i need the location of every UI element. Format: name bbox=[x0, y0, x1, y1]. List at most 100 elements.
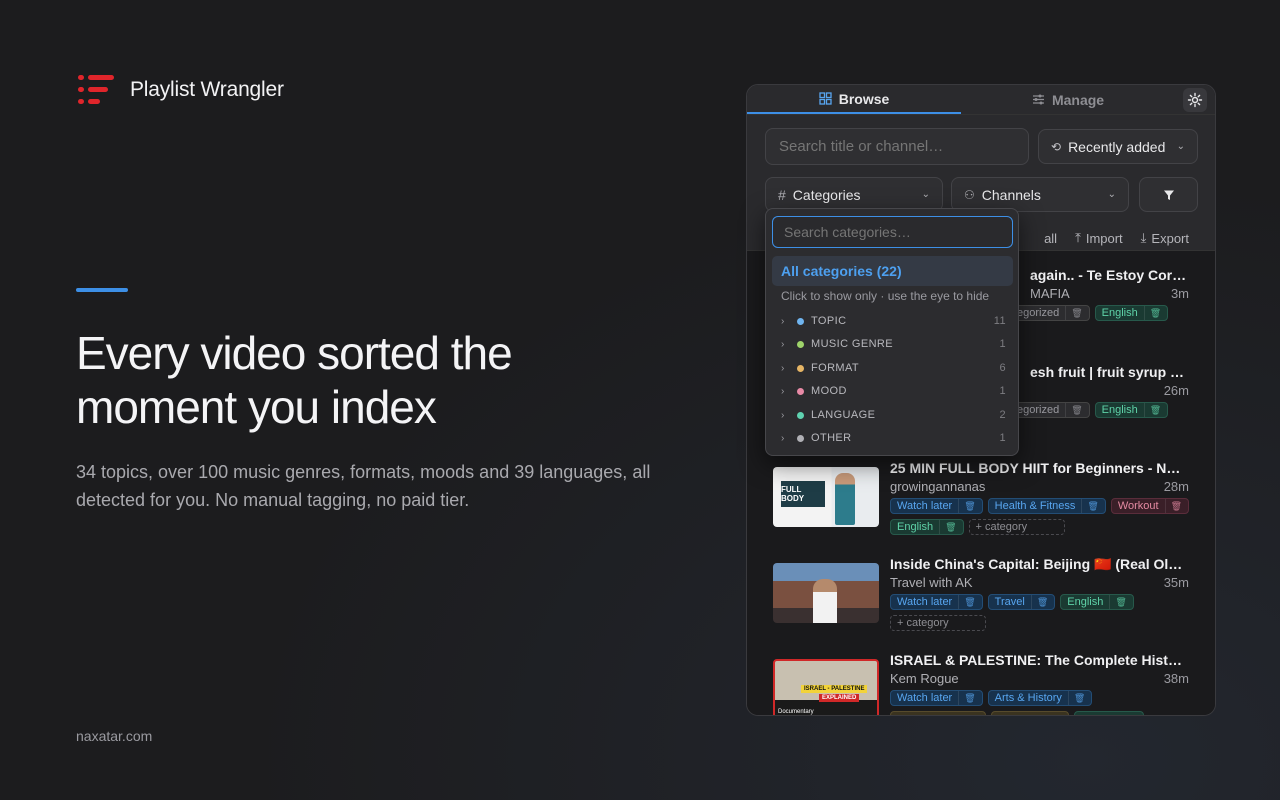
select-all-button[interactable]: all bbox=[1044, 231, 1057, 246]
video-item[interactable]: ISRAEL - PALESTINE EXPLAINED Documentary… bbox=[773, 651, 1189, 715]
category-chip[interactable]: Workout 🗑 bbox=[1110, 498, 1190, 514]
tab-browse-label: Browse bbox=[838, 90, 890, 107]
tab-manage[interactable]: Manage bbox=[961, 85, 1175, 114]
import-button[interactable]: ⤒ Import bbox=[1075, 230, 1123, 246]
category-chip[interactable]: Watch later 🗑 bbox=[890, 498, 983, 514]
chevron-down-icon: ⌄ bbox=[1107, 189, 1116, 200]
group-count: 2 bbox=[999, 409, 1006, 421]
trash-icon[interactable]: 🗑 bbox=[1143, 403, 1161, 417]
all-categories-option[interactable]: All categories (22) bbox=[772, 256, 1013, 286]
video-thumbnail[interactable]: ISRAEL - PALESTINE EXPLAINED Documentary bbox=[773, 659, 879, 715]
chevron-right-icon: › bbox=[781, 409, 785, 421]
thumb-subtext: EXPLAINED bbox=[819, 694, 860, 702]
group-label: LANGUAGE bbox=[811, 409, 876, 421]
category-chip[interactable] bbox=[890, 711, 986, 715]
category-chip[interactable]: Travel 🗑 bbox=[987, 594, 1056, 610]
category-group-other[interactable]: › OTHER 1 bbox=[781, 429, 1006, 447]
category-chip[interactable] bbox=[991, 711, 1069, 715]
export-label: Export bbox=[1151, 230, 1189, 246]
category-chip[interactable]: Watch later 🗑 bbox=[890, 690, 983, 706]
search-input[interactable] bbox=[765, 128, 1029, 165]
video-duration: 26m bbox=[1163, 383, 1189, 398]
group-label: FORMAT bbox=[811, 362, 860, 374]
video-duration: 28m bbox=[1163, 479, 1189, 494]
trash-icon[interactable]: 🗑 bbox=[958, 691, 976, 705]
trash-icon[interactable]: 🗑 bbox=[958, 499, 976, 513]
group-count: 11 bbox=[993, 315, 1006, 327]
category-group-mood[interactable]: › MOOD 1 bbox=[781, 382, 1006, 400]
category-search-input[interactable] bbox=[772, 216, 1013, 248]
video-channel: Kem Rogue bbox=[890, 671, 959, 686]
trash-icon[interactable]: 🗑 bbox=[1030, 595, 1048, 609]
video-title: ISRAEL & PALESTINE: The Complete Histor.… bbox=[890, 652, 1188, 668]
category-chip[interactable]: egorized 🗑 bbox=[1010, 402, 1090, 418]
chip-label: English bbox=[1067, 596, 1104, 608]
sort-label: Recently added bbox=[1068, 138, 1166, 155]
video-thumbnail[interactable] bbox=[773, 563, 879, 623]
grid-icon bbox=[819, 92, 832, 105]
chevron-right-icon: › bbox=[781, 432, 785, 444]
category-group-format[interactable]: › FORMAT 6 bbox=[781, 359, 1006, 377]
group-label: OTHER bbox=[811, 432, 852, 444]
trash-icon[interactable]: 🗑 bbox=[1081, 499, 1099, 513]
color-dot bbox=[797, 411, 804, 419]
categories-select[interactable]: # Categories ⌄ bbox=[765, 177, 943, 212]
sort-select[interactable]: ⟲ Recently added ⌄ bbox=[1038, 129, 1198, 164]
footer-url: naxatar.com bbox=[76, 728, 153, 744]
category-chip[interactable]: English 🗑 bbox=[1094, 305, 1169, 321]
trash-icon[interactable]: 🗑 bbox=[1065, 403, 1083, 417]
chip-label: Watch later bbox=[897, 692, 953, 704]
color-dot bbox=[797, 364, 804, 372]
video-thumbnail[interactable]: FULL BODY bbox=[773, 467, 879, 527]
tab-bar: Browse Manage bbox=[747, 85, 1215, 115]
chevron-right-icon: › bbox=[781, 385, 785, 397]
chip-label: Watch later bbox=[897, 500, 953, 512]
chevron-right-icon: › bbox=[781, 338, 785, 350]
headline: Every video sorted the moment you index bbox=[76, 327, 513, 433]
history-icon: ⟲ bbox=[1051, 139, 1062, 154]
trash-icon[interactable]: 🗑 bbox=[1143, 306, 1161, 320]
add-category-button[interactable]: + category bbox=[968, 519, 1065, 535]
tab-manage-label: Manage bbox=[1051, 91, 1105, 108]
category-chip[interactable]: egorized 🗑 bbox=[1010, 305, 1090, 321]
trash-icon[interactable]: 🗑 bbox=[1164, 499, 1182, 513]
video-title: Inside China's Capital: Beijing 🇨🇳 (Real… bbox=[890, 556, 1188, 572]
category-chip[interactable]: Arts & History 🗑 bbox=[987, 690, 1093, 706]
category-chip[interactable] bbox=[1074, 711, 1144, 715]
dropdown-hint: Click to show only · use the eye to hide bbox=[781, 289, 990, 303]
accent-line bbox=[76, 288, 128, 292]
chevron-right-icon: › bbox=[781, 315, 785, 327]
category-chip[interactable]: English 🗑 bbox=[1094, 402, 1169, 418]
category-group-topic[interactable]: › TOPIC 11 bbox=[781, 312, 1006, 330]
chip-label: English bbox=[897, 521, 934, 533]
trash-icon[interactable]: 🗑 bbox=[958, 595, 976, 609]
filter-button[interactable] bbox=[1139, 177, 1198, 212]
add-category-button[interactable]: + category bbox=[890, 615, 986, 631]
settings-button[interactable] bbox=[1183, 88, 1207, 112]
chip-label: egorized bbox=[1017, 307, 1060, 319]
trash-icon[interactable]: 🗑 bbox=[1065, 306, 1083, 320]
category-group-language[interactable]: › LANGUAGE 2 bbox=[781, 406, 1006, 424]
trash-icon[interactable]: 🗑 bbox=[1109, 595, 1127, 609]
chevron-right-icon: › bbox=[781, 362, 785, 374]
category-chip[interactable]: Watch later 🗑 bbox=[890, 594, 983, 610]
category-chip[interactable]: English 🗑 bbox=[890, 519, 964, 535]
person-figure bbox=[813, 579, 837, 623]
video-item[interactable]: Inside China's Capital: Beijing 🇨🇳 (Real… bbox=[773, 555, 1189, 645]
gear-icon bbox=[1187, 92, 1203, 108]
brand-name: Playlist Wrangler bbox=[130, 78, 284, 101]
export-button[interactable]: ⤓ Export bbox=[1141, 230, 1189, 246]
sliders-icon bbox=[1032, 94, 1044, 105]
tab-browse[interactable]: Browse bbox=[747, 85, 961, 114]
category-group-music-genre[interactable]: › MUSIC GENRE 1 bbox=[781, 335, 1006, 353]
filter-icon bbox=[1163, 190, 1174, 200]
video-title: 25 MIN FULL BODY HIIT for Beginners - No… bbox=[890, 460, 1188, 476]
category-chip[interactable]: Health & Fitness 🗑 bbox=[987, 498, 1106, 514]
video-item[interactable]: FULL BODY 25 MIN FULL BODY HIIT for Begi… bbox=[773, 459, 1190, 549]
user-icon: ⚇ bbox=[964, 187, 975, 202]
group-count: 1 bbox=[999, 432, 1006, 444]
category-chip[interactable]: English 🗑 bbox=[1060, 594, 1134, 610]
channels-select[interactable]: ⚇ Channels ⌄ bbox=[951, 177, 1129, 212]
trash-icon[interactable]: 🗑 bbox=[1067, 691, 1085, 705]
trash-icon[interactable]: 🗑 bbox=[939, 520, 957, 534]
